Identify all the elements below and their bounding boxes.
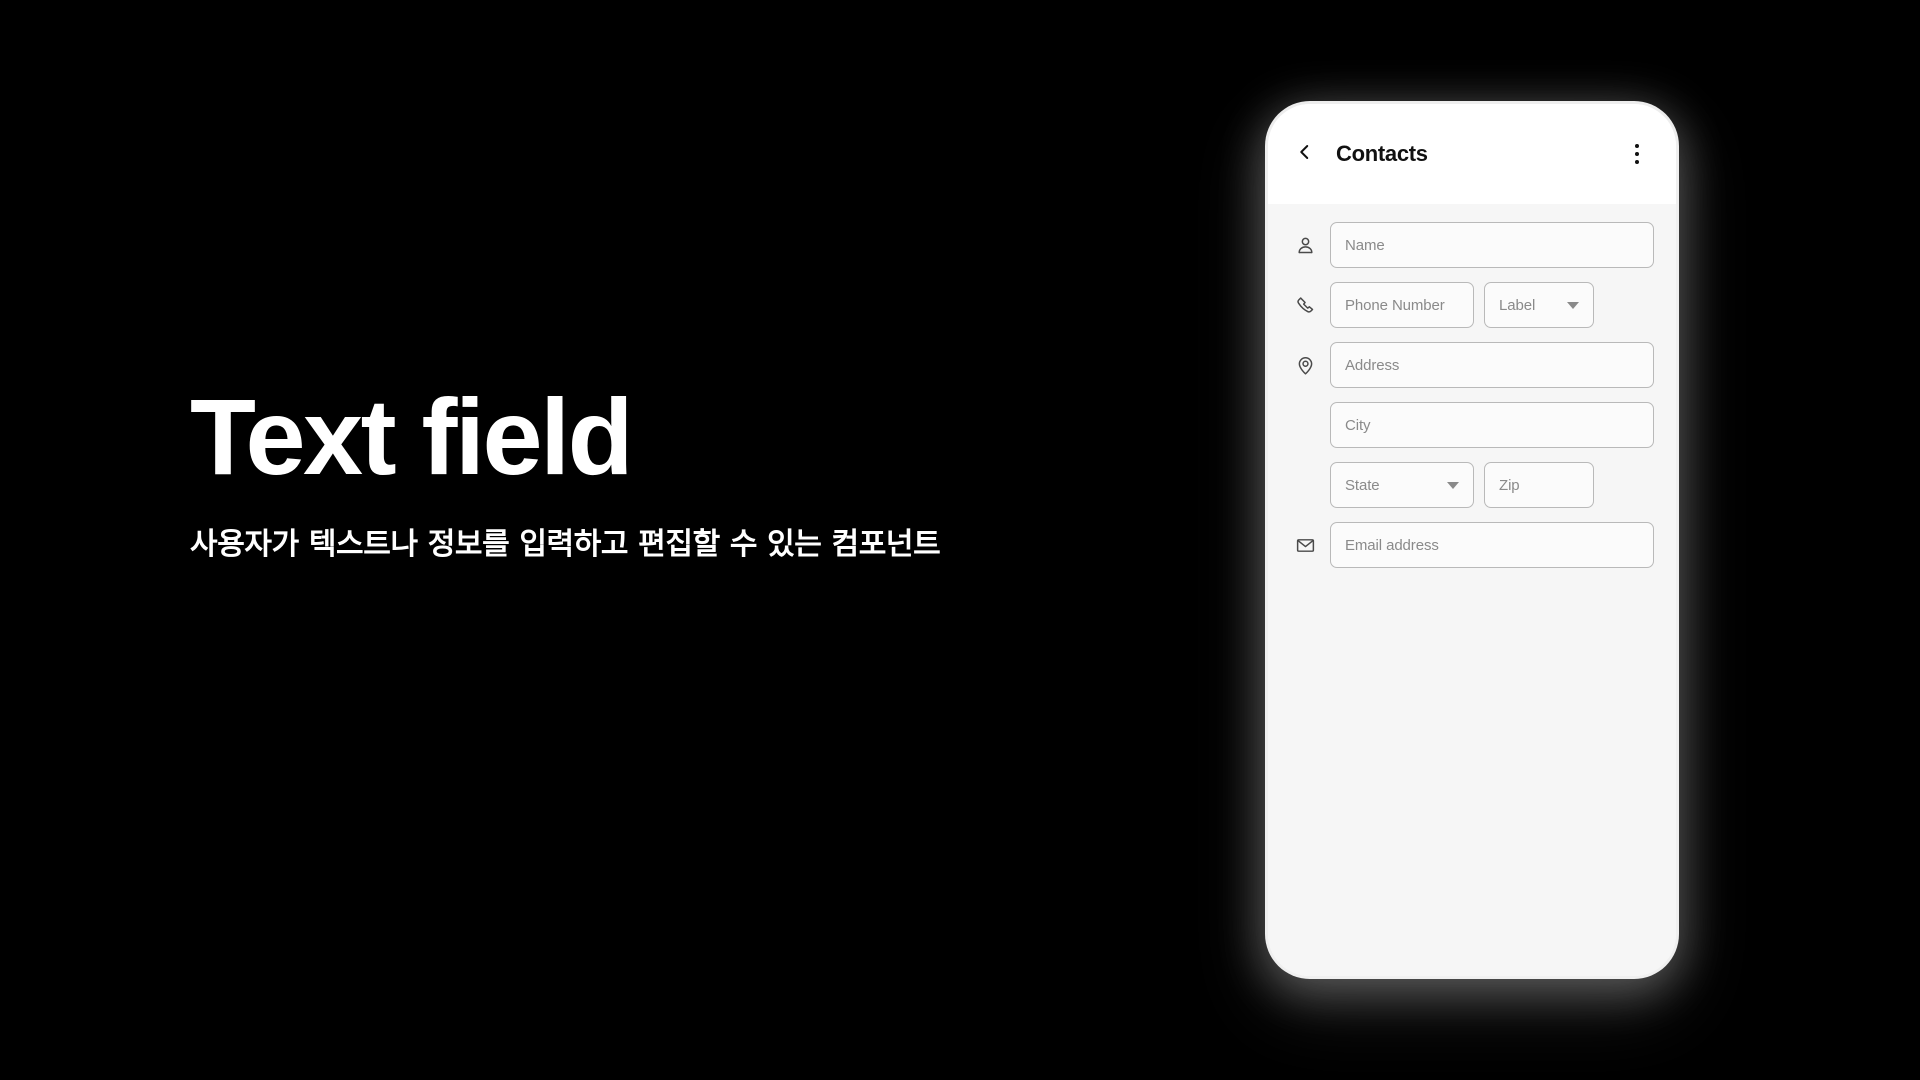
email-address-field[interactable]: Email address — [1330, 522, 1654, 568]
state-select[interactable]: State — [1330, 462, 1474, 508]
contact-form: Name Phone Number Label Address City Sta… — [1268, 204, 1676, 976]
phone-label-select[interactable]: Label — [1484, 282, 1594, 328]
phone-number-field[interactable]: Phone Number — [1330, 282, 1474, 328]
more-vertical-icon — [1635, 160, 1639, 164]
chevron-down-icon — [1447, 481, 1459, 489]
form-row-email: Email address — [1290, 522, 1654, 568]
name-field[interactable]: Name — [1330, 222, 1654, 268]
email-address-placeholder: Email address — [1345, 536, 1439, 554]
address-field-placeholder: Address — [1345, 356, 1400, 374]
city-field-placeholder: City — [1345, 416, 1371, 434]
chevron-down-icon — [1567, 301, 1579, 309]
phone-number-placeholder: Phone Number — [1345, 296, 1445, 314]
state-select-placeholder: State — [1345, 476, 1380, 494]
mail-icon — [1290, 530, 1320, 560]
page-subtitle: 사용자가 텍스트나 정보를 입력하고 편집할 수 있는 컴포넌트 — [190, 527, 941, 563]
zip-field[interactable]: Zip — [1484, 462, 1594, 508]
more-vertical-icon — [1635, 144, 1639, 148]
form-row-name: Name — [1290, 222, 1654, 268]
more-vertical-icon — [1635, 152, 1639, 156]
city-field[interactable]: City — [1330, 402, 1654, 448]
zip-field-placeholder: Zip — [1499, 476, 1520, 494]
page-title: Text field — [190, 376, 634, 497]
address-field[interactable]: Address — [1330, 342, 1654, 388]
location-pin-icon — [1290, 350, 1320, 380]
person-icon — [1290, 230, 1320, 260]
name-field-placeholder: Name — [1345, 236, 1385, 254]
phone-icon — [1290, 290, 1320, 320]
form-row-state-zip: State Zip — [1290, 462, 1654, 508]
form-row-city: City — [1290, 402, 1654, 448]
overflow-menu-button[interactable] — [1624, 141, 1650, 167]
phone-mockup: Contacts Name Phone Number Label Address… — [1268, 104, 1676, 976]
phone-label-placeholder: Label — [1499, 296, 1536, 314]
hero-copy: Text field 사용자가 텍스트나 정보를 입력하고 편집할 수 있는 컴… — [190, 380, 1150, 563]
form-row-phone: Phone Number Label — [1290, 282, 1654, 328]
app-bar-title: Contacts — [1336, 141, 1428, 166]
app-bar: Contacts — [1268, 104, 1676, 204]
chevron-left-icon — [1296, 143, 1314, 166]
form-row-address: Address — [1290, 342, 1654, 388]
back-button[interactable] — [1292, 141, 1318, 167]
phone-screen: Contacts Name Phone Number Label Address… — [1268, 104, 1676, 976]
